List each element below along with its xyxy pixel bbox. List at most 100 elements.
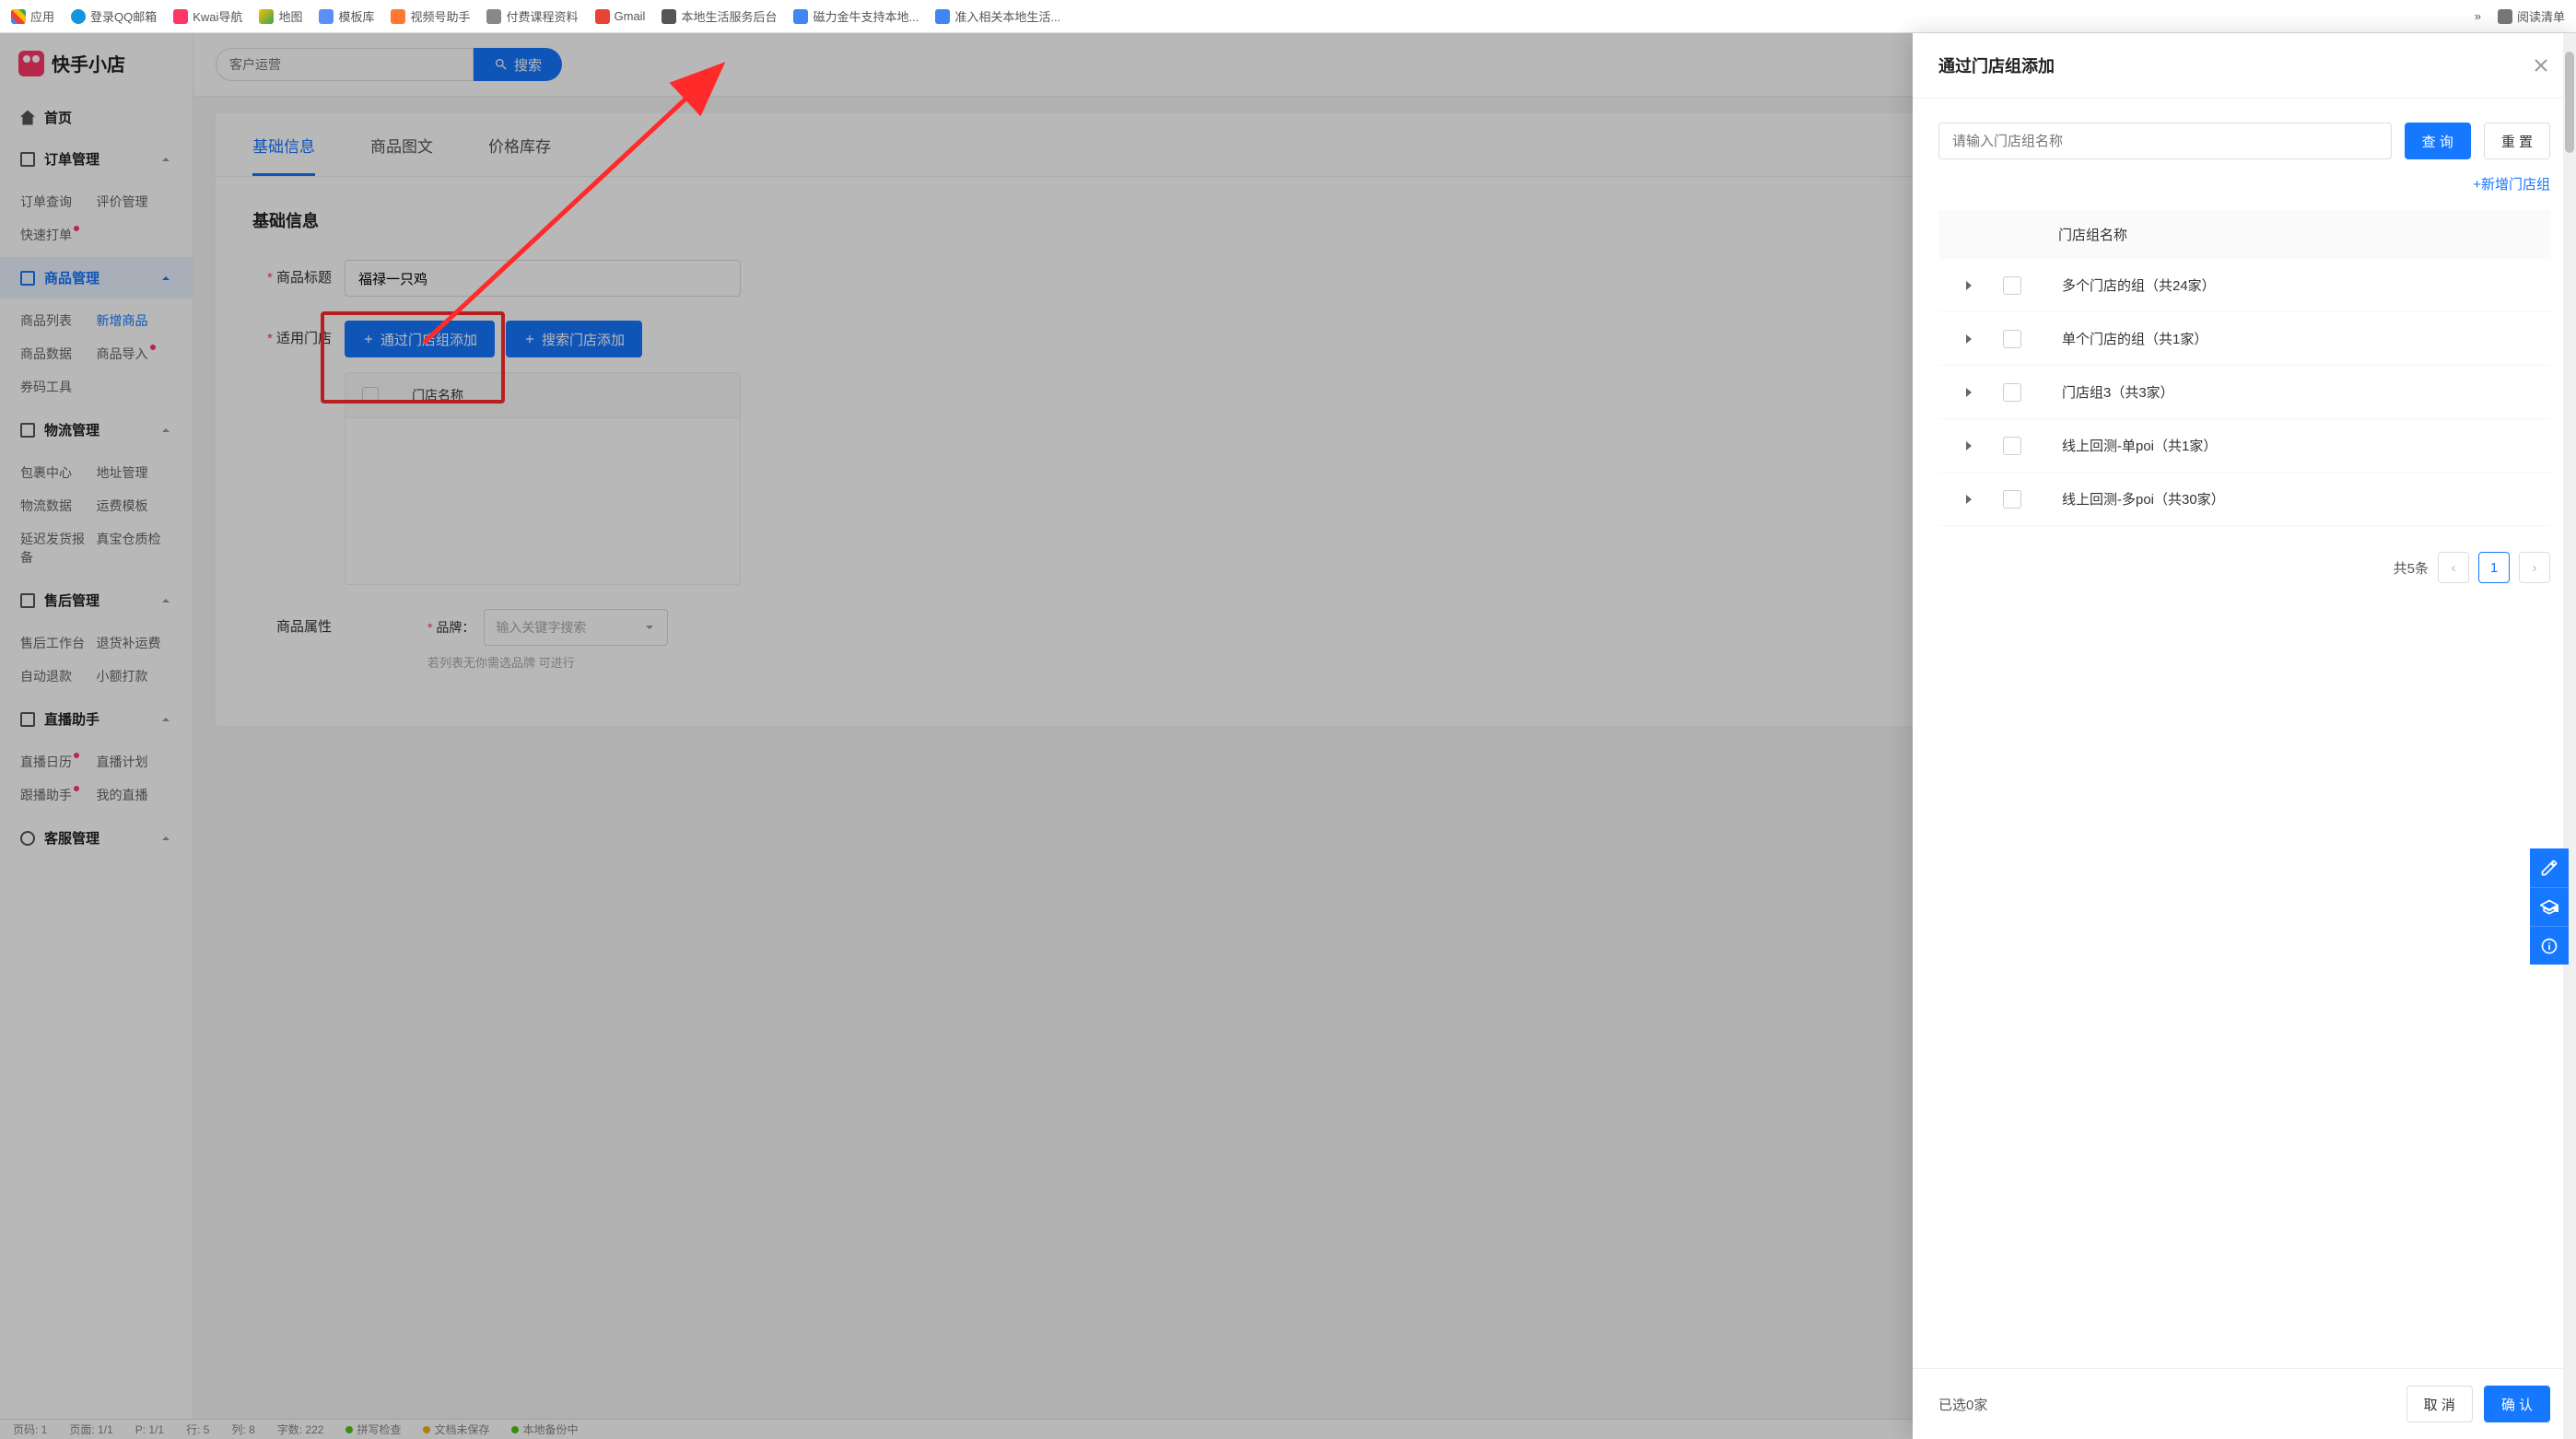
expand-caret[interactable] bbox=[1961, 281, 1977, 290]
nav-after-small[interactable]: 小额打款 bbox=[97, 660, 173, 693]
chevron-up-icon bbox=[159, 272, 172, 285]
expand-caret[interactable] bbox=[1961, 388, 1977, 397]
nav-live-cal[interactable]: 直播日历 bbox=[20, 745, 97, 778]
input-product-title[interactable] bbox=[345, 260, 741, 297]
nav-product-new[interactable]: 新增商品 bbox=[97, 304, 173, 337]
nav-logi-delay[interactable]: 延迟发货报备 bbox=[20, 522, 97, 574]
nav-live-plan[interactable]: 直播计划 bbox=[97, 745, 173, 778]
float-edit-button[interactable] bbox=[2530, 848, 2569, 887]
nav-order-fast[interactable]: 快速打单 bbox=[20, 218, 97, 252]
kwai-icon bbox=[173, 9, 188, 24]
nav-logistics-sub: 包裹中心 地址管理 物流数据 运费模板 延迟发货报备 真宝仓质检 bbox=[0, 450, 193, 579]
nav-after-wb[interactable]: 售后工作台 bbox=[20, 626, 97, 660]
nav-product-list[interactable]: 商品列表 bbox=[20, 304, 97, 337]
pager-next[interactable]: › bbox=[2519, 552, 2550, 583]
group-checkbox[interactable] bbox=[2003, 276, 2021, 295]
add-via-group-button[interactable]: 通过门店组添加 bbox=[345, 321, 495, 357]
bookmark-more[interactable]: » bbox=[2475, 9, 2481, 23]
bookmark-template[interactable]: 模板库 bbox=[319, 7, 374, 25]
query-row: 查 询 重 置 bbox=[1938, 123, 2550, 159]
edit-icon bbox=[2540, 859, 2558, 877]
footer-buttons: 取 消 确 认 bbox=[2406, 1386, 2550, 1422]
bookmark-magnet[interactable]: 磁力金牛支持本地... bbox=[793, 7, 919, 25]
nav-order-review[interactable]: 评价管理 bbox=[97, 185, 173, 218]
bookmark-map[interactable]: 地图 bbox=[259, 7, 302, 25]
expand-caret[interactable] bbox=[1961, 334, 1977, 344]
brand-select[interactable]: 输入关键字搜索 bbox=[484, 609, 668, 646]
top-search-button[interactable]: 搜索 bbox=[474, 48, 562, 81]
bookmark-local[interactable]: 本地生活服务后台 bbox=[662, 7, 777, 25]
cancel-button[interactable]: 取 消 bbox=[2406, 1386, 2473, 1422]
float-info-button[interactable] bbox=[2530, 926, 2569, 965]
query-button[interactable]: 查 询 bbox=[2405, 123, 2471, 159]
confirm-button[interactable]: 确 认 bbox=[2484, 1386, 2550, 1422]
float-toolbar bbox=[2530, 848, 2569, 965]
status-col: 列: 8 bbox=[231, 1421, 254, 1437]
nav-after[interactable]: 售后管理 bbox=[0, 579, 193, 621]
bookmark-video[interactable]: 视频号助手 bbox=[391, 7, 470, 25]
label-store: 适用门店 bbox=[252, 321, 345, 347]
bookmark-ready[interactable]: 准入相关本地生活... bbox=[935, 7, 1060, 25]
nav-product-coupon[interactable]: 券码工具 bbox=[20, 370, 97, 404]
scrollbar-thumb[interactable] bbox=[2565, 52, 2574, 153]
expand-caret[interactable] bbox=[1961, 495, 1977, 504]
nav-after-auto[interactable]: 自动退款 bbox=[20, 660, 97, 693]
nav-logi-tpl[interactable]: 运费模板 bbox=[97, 489, 173, 522]
logo[interactable]: 快手小店 bbox=[0, 33, 193, 97]
add-via-search-button[interactable]: 搜索门店添加 bbox=[506, 321, 642, 357]
nav-cs[interactable]: 客服管理 bbox=[0, 817, 193, 859]
nav-product-import[interactable]: 商品导入 bbox=[97, 337, 173, 370]
nav-after-sub: 售后工作台 退货补运费 自动退款 小额打款 bbox=[0, 621, 193, 698]
nav-after-refund[interactable]: 退货补运费 bbox=[97, 626, 173, 660]
tab-product-img[interactable]: 商品图文 bbox=[370, 134, 433, 176]
top-search-input[interactable] bbox=[216, 48, 474, 81]
bookmark-apps[interactable]: 应用 bbox=[11, 7, 54, 25]
tab-basic-info[interactable]: 基础信息 bbox=[252, 134, 315, 176]
group-table-header: 门店组名称 bbox=[1938, 210, 2550, 259]
reset-button[interactable]: 重 置 bbox=[2484, 123, 2550, 159]
nav-live-mine[interactable]: 我的直播 bbox=[97, 778, 173, 812]
nav-logistics[interactable]: 物流管理 bbox=[0, 409, 193, 450]
bookmark-qq[interactable]: 登录QQ邮箱 bbox=[71, 7, 157, 25]
bookmark-paid[interactable]: 付费课程资料 bbox=[486, 7, 578, 25]
nav-live-follow[interactable]: 跟播助手 bbox=[20, 778, 97, 812]
label-product-title: 商品标题 bbox=[252, 260, 345, 287]
group-checkbox[interactable] bbox=[2003, 330, 2021, 348]
bookmark-kwai[interactable]: Kwai导航 bbox=[173, 7, 242, 25]
expand-caret[interactable] bbox=[1961, 441, 1977, 450]
group-checkbox[interactable] bbox=[2003, 437, 2021, 455]
nav-logi-parcel[interactable]: 包裹中心 bbox=[20, 456, 97, 489]
store-table-body bbox=[345, 418, 740, 584]
kuaishou-icon bbox=[18, 51, 44, 76]
pager-page-1[interactable]: 1 bbox=[2478, 552, 2510, 583]
tab-price-stock[interactable]: 价格库存 bbox=[488, 134, 551, 176]
nav-order[interactable]: 订单管理 bbox=[0, 138, 193, 180]
nav-logi-zhenbao[interactable]: 真宝仓质检 bbox=[97, 522, 173, 574]
nav-product-data[interactable]: 商品数据 bbox=[20, 337, 97, 370]
drawer-close-button[interactable] bbox=[2532, 56, 2550, 75]
bookmark-reading[interactable]: 阅读清单 bbox=[2498, 7, 2565, 25]
drawer-footer: 已选0家 取 消 确 认 bbox=[1913, 1368, 2576, 1439]
pager-prev[interactable]: ‹ bbox=[2438, 552, 2469, 583]
nav-logi-addr[interactable]: 地址管理 bbox=[97, 456, 173, 489]
group-checkbox[interactable] bbox=[2003, 490, 2021, 509]
bookmark-gmail[interactable]: Gmail bbox=[595, 9, 646, 24]
float-learn-button[interactable] bbox=[2530, 887, 2569, 926]
status-p: P: 1/1 bbox=[135, 1423, 164, 1436]
home-icon bbox=[20, 111, 35, 125]
video-icon bbox=[391, 9, 405, 24]
store-table: 门店名称 bbox=[345, 372, 741, 585]
button-label: 通过门店组添加 bbox=[381, 330, 477, 349]
group-name-input[interactable] bbox=[1938, 123, 2392, 159]
select-all-checkbox[interactable] bbox=[362, 387, 379, 404]
bookmark-label: Kwai导航 bbox=[193, 7, 242, 25]
nav-order-query[interactable]: 订单查询 bbox=[20, 185, 97, 218]
nav-logi-data[interactable]: 物流数据 bbox=[20, 489, 97, 522]
add-group-link[interactable]: +新增门店组 bbox=[1938, 174, 2550, 193]
scrollbar[interactable] bbox=[2563, 33, 2576, 1439]
nav-product[interactable]: 商品管理 bbox=[0, 257, 193, 298]
nav-home[interactable]: 首页 bbox=[0, 97, 193, 138]
group-checkbox[interactable] bbox=[2003, 383, 2021, 402]
nav-label: 售后管理 bbox=[44, 591, 100, 610]
nav-live[interactable]: 直播助手 bbox=[0, 698, 193, 740]
